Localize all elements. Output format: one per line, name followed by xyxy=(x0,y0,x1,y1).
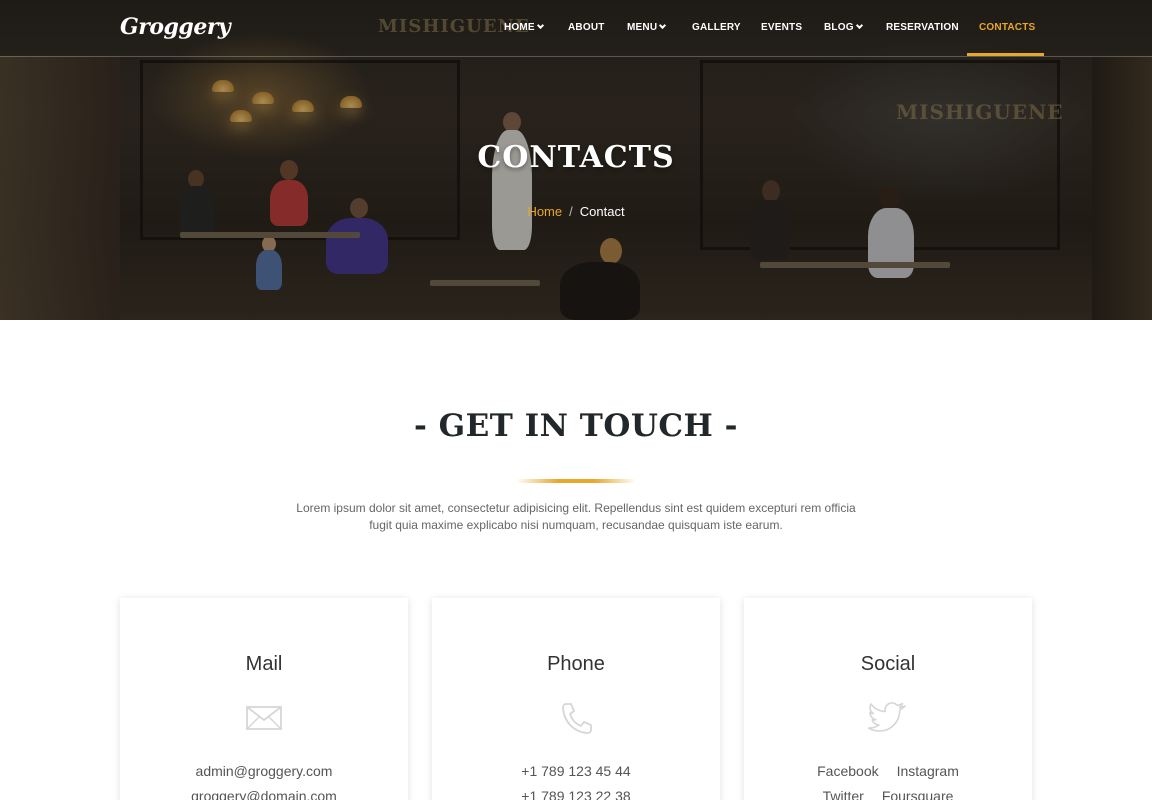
phone-icon xyxy=(562,703,592,734)
nav-item-gallery[interactable]: GALLERY xyxy=(692,22,741,33)
section-title: - GET IN TOUCH - xyxy=(414,408,738,444)
breadcrumb-separator: / xyxy=(569,204,573,219)
mail-card: Mail admin@groggery.com groggery@domain.… xyxy=(120,598,408,800)
chevron-down-icon xyxy=(536,21,544,30)
nav-item-label: HOME xyxy=(504,22,535,33)
social-link-facebook[interactable]: Facebook xyxy=(817,763,878,779)
nav-item-home[interactable]: HOME xyxy=(504,21,544,33)
envelope-icon xyxy=(246,706,282,730)
title-divider xyxy=(516,479,636,483)
chevron-down-icon xyxy=(659,21,667,30)
social-link-twitter[interactable]: Twitter xyxy=(823,788,864,800)
mail-address-secondary[interactable]: groggery@domain.com xyxy=(120,788,408,800)
breadcrumb: Home / Contact xyxy=(0,204,1152,219)
mail-address-primary[interactable]: admin@groggery.com xyxy=(120,763,408,779)
breadcrumb-home-link[interactable]: Home xyxy=(527,204,562,219)
main-nav: HOME ABOUT MENU GALLERY EVENTS BLOG RESE… xyxy=(0,21,1152,42)
social-link-foursquare[interactable]: Foursquare xyxy=(882,788,954,800)
card-title: Social xyxy=(860,653,916,675)
phone-number-primary[interactable]: +1 789 123 45 44 xyxy=(432,763,720,779)
breadcrumb-current: Contact xyxy=(579,204,625,219)
twitter-bird-icon xyxy=(868,702,906,732)
nav-item-label: ABOUT xyxy=(568,22,605,33)
social-link-instagram[interactable]: Instagram xyxy=(897,763,959,779)
card-title: Mail xyxy=(245,653,283,675)
chevron-down-icon xyxy=(855,21,863,30)
nav-item-label: BLOG xyxy=(824,22,854,33)
section-intro: Lorem ipsum dolor sit amet, consectetur … xyxy=(296,501,856,532)
nav-item-label: CONTACTS xyxy=(979,22,1036,33)
nav-item-label: EVENTS xyxy=(761,22,803,33)
social-links-row: Facebook Instagram xyxy=(744,763,1032,779)
social-links-row: Twitter Foursquare xyxy=(744,788,1032,800)
nav-item-label: GALLERY xyxy=(692,22,741,33)
nav-item-contacts[interactable]: CONTACTS xyxy=(979,22,1035,33)
nav-item-label: RESERVATION xyxy=(886,22,959,33)
nav-item-events[interactable]: EVENTS xyxy=(761,22,802,33)
top-navbar: Groggery HOME ABOUT MENU GALLERY EVENTS … xyxy=(0,0,1152,57)
nav-item-reservation[interactable]: RESERVATION xyxy=(886,22,959,33)
page-title: CONTACTS xyxy=(477,140,675,175)
nav-item-label: MENU xyxy=(627,22,658,33)
nav-item-menu[interactable]: MENU xyxy=(627,21,667,33)
phone-number-secondary[interactable]: +1 789 123 22 38 xyxy=(432,788,720,800)
social-card: Social Facebook Instagram Twitter Foursqua… xyxy=(744,598,1032,800)
nav-item-blog[interactable]: BLOG xyxy=(824,21,863,33)
nav-item-about[interactable]: ABOUT xyxy=(568,22,605,33)
card-title: Phone xyxy=(547,653,605,675)
active-nav-indicator xyxy=(967,53,1044,56)
phone-card: Phone +1 789 123 45 44 +1 789 123 22 38 xyxy=(432,598,720,800)
